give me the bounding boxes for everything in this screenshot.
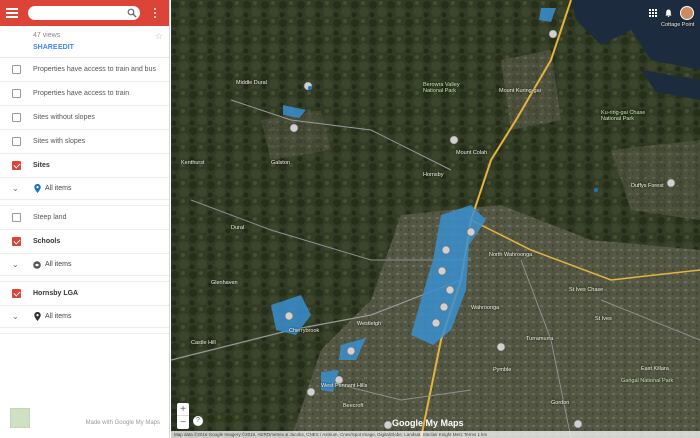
google-my-maps-logo: Google My Maps: [392, 418, 464, 428]
label-beecroft: Beecroft: [343, 403, 364, 409]
account-bar: [649, 0, 700, 26]
search-box: [28, 6, 140, 24]
zoom-in-button[interactable]: +: [177, 403, 189, 416]
layer-row[interactable]: Hornsby LGA: [0, 282, 169, 306]
map-thumbnail: [10, 408, 30, 428]
label-westleigh: Westleigh: [357, 321, 382, 327]
label-west-pennant-hills: West Pennant Hills: [321, 383, 368, 389]
layer-checkbox[interactable]: [12, 213, 21, 222]
label-wahroonga: Wahroonga: [471, 305, 500, 311]
layer-list: Properties have access to train and bus P…: [0, 58, 169, 334]
help-button[interactable]: ?: [193, 416, 203, 426]
layer-label: Sites: [33, 162, 50, 169]
search-icon[interactable]: [127, 8, 137, 18]
zoom-control: + −: [177, 403, 189, 429]
layer-checkbox[interactable]: [12, 289, 21, 298]
star-icon[interactable]: ☆: [155, 31, 163, 42]
layer-row[interactable]: Sites with slopes: [0, 130, 169, 154]
layer-checkbox[interactable]: [12, 137, 21, 146]
label-st-ives: St Ives: [595, 316, 612, 322]
views-count: 47 views: [33, 32, 61, 39]
map-attribution: Map data ©2016 Google Imagery ©2016, AER…: [171, 431, 700, 438]
label-duffys-forest: Duffys Forest: [631, 183, 664, 189]
chevron-down-icon[interactable]: ⌄: [12, 184, 21, 193]
label-garigal-park: Garigal National Park: [621, 378, 674, 384]
label-middle-dural: Middle Dural: [236, 80, 267, 86]
label-mount-colah: Mount Colah: [456, 150, 488, 156]
zoom-out-button[interactable]: −: [177, 416, 189, 429]
app-root: 47 views SHARE EDIT ☆ Properties have ac…: [0, 0, 700, 438]
label-berowra-valley: Berowra Valley National Park: [423, 82, 460, 94]
layer-row[interactable]: Schools: [0, 230, 169, 254]
layer-row[interactable]: Sites: [0, 154, 169, 178]
layer-style-row[interactable]: ⌄ All items: [0, 254, 169, 276]
layer-label: Sites without slopes: [33, 114, 95, 121]
edit-button[interactable]: EDIT: [58, 44, 74, 51]
layer-label: Steep land: [33, 214, 67, 221]
apps-grid-icon[interactable]: [649, 9, 657, 17]
label-castle-hill: Castle Hill: [191, 340, 216, 346]
layer-row[interactable]: Steep land: [0, 206, 169, 230]
map-meta: 47 views SHARE EDIT ☆: [0, 26, 169, 58]
layer-row[interactable]: Properties have access to train: [0, 82, 169, 106]
layer-label: Sites with slopes: [33, 138, 86, 145]
location-pin-icon[interactable]: [33, 312, 41, 321]
label-ku-ring-gai-park: Ku-ring-gai Chase National Park: [601, 110, 646, 122]
made-with-text: Made with Google My Maps: [85, 420, 160, 426]
map-canvas[interactable]: Middle Dural Berowra Valley National Par…: [171, 0, 700, 438]
layer-label: Properties have access to train: [33, 90, 130, 97]
school-icon[interactable]: [33, 260, 41, 269]
user-avatar[interactable]: [680, 6, 694, 20]
layer-label: Schools: [33, 238, 61, 245]
label-north-wahroonga: North Wahroonga: [489, 252, 533, 258]
location-pin-icon[interactable]: [33, 184, 41, 193]
layer-style-row[interactable]: ⌄ All items: [0, 306, 169, 328]
label-hornsby: Hornsby: [423, 172, 444, 178]
label-east-killara: East Killara: [641, 366, 669, 372]
layer-checkbox[interactable]: [12, 89, 21, 98]
sidebar-header: [0, 0, 169, 26]
layer-style-label: All items: [45, 313, 72, 320]
layer-label: Properties have access to train and bus: [33, 66, 156, 73]
more-options-icon[interactable]: [150, 8, 160, 18]
layer-row[interactable]: Sites without slopes: [0, 106, 169, 130]
label-st-ives-chase: St Ives Chase: [569, 287, 604, 293]
label-glenhaven: Glenhaven: [211, 280, 238, 286]
layer-checkbox[interactable]: [12, 237, 21, 246]
label-gordon: Gordon: [551, 400, 570, 406]
layer-style-label: All items: [45, 261, 72, 268]
label-dural: Dural: [231, 225, 245, 231]
layer-checkbox[interactable]: [12, 65, 21, 74]
notification-bell-icon[interactable]: [665, 9, 672, 17]
share-button[interactable]: SHARE: [33, 44, 58, 51]
sidebar: 47 views SHARE EDIT ☆ Properties have ac…: [0, 0, 170, 438]
label-turramurra: Turramurra: [526, 336, 554, 342]
label-kenthurst: Kenthurst: [181, 160, 205, 166]
label-galston: Galston: [271, 160, 290, 166]
layer-row[interactable]: Properties have access to train and bus: [0, 58, 169, 82]
layer-divider: [0, 328, 169, 334]
chevron-down-icon[interactable]: ⌄: [12, 260, 21, 269]
label-cherrybrook: Cherrybrook: [289, 328, 320, 334]
layer-checkbox[interactable]: [12, 113, 21, 122]
menu-icon[interactable]: [6, 8, 18, 18]
search-input[interactable]: [28, 9, 118, 24]
satellite-imagery: [171, 0, 700, 438]
layer-style-row[interactable]: ⌄ All items: [0, 178, 169, 200]
layer-style-label: All items: [45, 185, 72, 192]
label-mount-kuring-gai: Mount Kuring-gai: [499, 88, 541, 94]
layer-label: Hornsby LGA: [33, 290, 79, 297]
layer-checkbox[interactable]: [12, 161, 21, 170]
label-pymble: Pymble: [493, 367, 512, 373]
chevron-down-icon[interactable]: ⌄: [12, 312, 21, 321]
